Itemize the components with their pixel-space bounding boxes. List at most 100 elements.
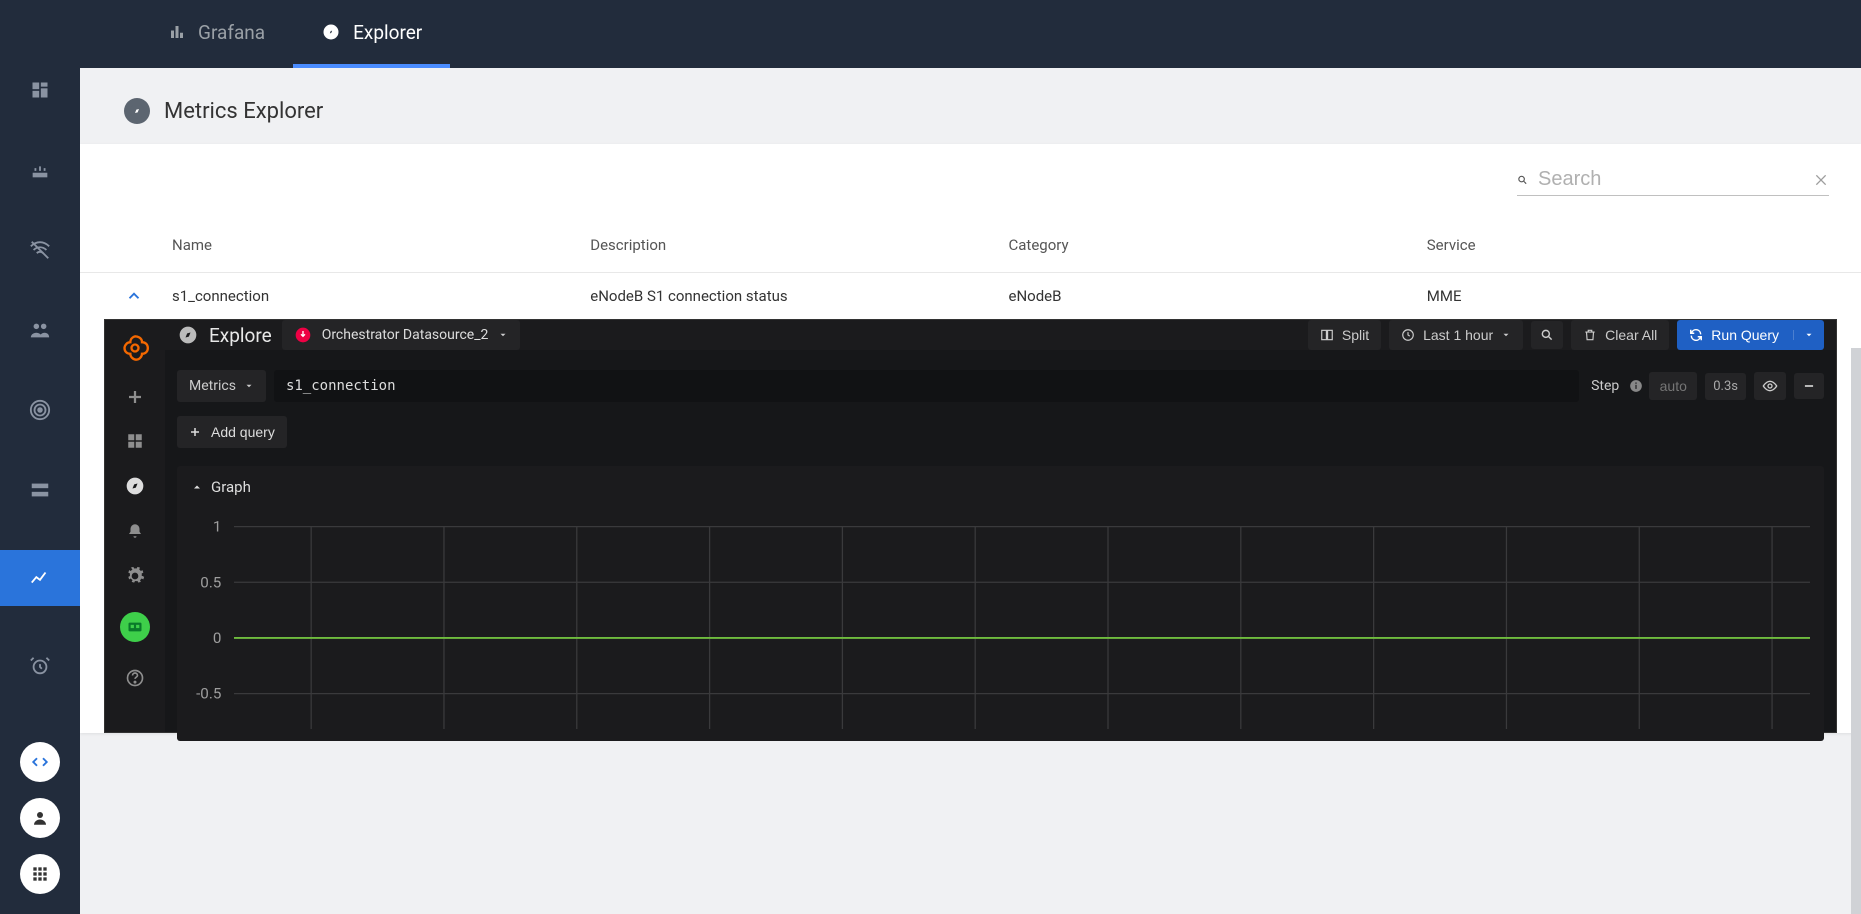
cell-description: eNodeB S1 connection status: [582, 287, 1000, 305]
chevron-up-icon: [125, 287, 143, 305]
search-input[interactable]: [1538, 168, 1803, 191]
scrollbar-track[interactable]: [1851, 348, 1861, 914]
grafana-nav-help[interactable]: [125, 668, 145, 688]
caret-down-icon: [1501, 330, 1511, 340]
users-icon: [29, 319, 51, 341]
refresh-icon: [1689, 328, 1703, 342]
grafana-icon: [121, 334, 149, 362]
info-icon: [1629, 379, 1643, 393]
toggle-visibility-button[interactable]: [1754, 372, 1786, 400]
query-input[interactable]: [274, 370, 1579, 402]
button-label: Run Query: [1711, 327, 1779, 343]
page-title: Metrics Explorer: [164, 99, 323, 124]
avatar-icon: [122, 614, 148, 640]
column-category: Category: [1001, 236, 1419, 254]
sidebar-item-alarms[interactable]: [0, 646, 80, 686]
clear-all-button[interactable]: Clear All: [1571, 320, 1669, 350]
button-label: Add query: [211, 424, 275, 440]
grafana-explore-title: Explore: [209, 324, 272, 347]
step-input[interactable]: [1649, 372, 1697, 400]
clock-icon: [1401, 328, 1415, 342]
sidebar-item-users[interactable]: [0, 310, 80, 350]
storage-icon: [29, 479, 51, 501]
metrics-type-selector[interactable]: Metrics: [177, 370, 266, 402]
grafana-user-avatar[interactable]: [120, 612, 150, 642]
gear-icon: [125, 566, 145, 586]
dashboard-icon: [30, 80, 50, 100]
tab-grafana[interactable]: Grafana: [140, 0, 293, 68]
grafana-nav-dashboards[interactable]: [126, 432, 144, 450]
caret-down-icon: [498, 330, 508, 340]
sidebar-item-storage[interactable]: [0, 470, 80, 510]
sidebar-item-broadcast[interactable]: [0, 390, 80, 430]
collapse-icon[interactable]: [191, 481, 203, 493]
row-expand-toggle[interactable]: [104, 287, 164, 305]
search-box: [1517, 168, 1829, 196]
metrics-label: Metrics: [189, 378, 236, 394]
alarm-icon: [29, 655, 51, 677]
column-name: Name: [164, 236, 582, 254]
ytick: 0.5: [200, 573, 221, 591]
button-label: Last 1 hour: [1423, 327, 1493, 343]
content-area: Metrics Explorer Name Description: [80, 68, 1861, 914]
tab-label: Explorer: [353, 21, 422, 44]
table-row: s1_connection eNodeB S1 connection statu…: [80, 272, 1861, 319]
code-icon: [31, 753, 49, 771]
plus-icon: [126, 388, 144, 406]
sidebar-item-router[interactable]: [0, 150, 80, 190]
remove-query-button[interactable]: [1794, 373, 1824, 399]
sidebar-item-metrics[interactable]: [0, 550, 80, 606]
trash-icon: [1583, 328, 1597, 342]
split-icon: [1320, 328, 1334, 342]
run-query-button[interactable]: Run Query: [1677, 320, 1824, 350]
grid-icon: [126, 432, 144, 450]
caret-down-icon: [244, 381, 254, 391]
grafana-logo[interactable]: [121, 334, 149, 362]
clear-search-button[interactable]: [1813, 172, 1829, 188]
ytick: 0: [213, 629, 222, 647]
broadcast-icon: [29, 399, 51, 421]
chart-plot[interactable]: 1 0.5 0 -0.5: [191, 514, 1810, 729]
chart-line-icon: [29, 567, 51, 589]
grafana-nav-alerting[interactable]: [126, 522, 144, 540]
zoom-out-button[interactable]: [1531, 321, 1563, 349]
split-button[interactable]: Split: [1308, 320, 1381, 350]
grafana-nav-add[interactable]: [126, 388, 144, 406]
sidebar-item-dashboard[interactable]: [0, 70, 80, 110]
sidebar-code-button[interactable]: [20, 742, 60, 782]
top-tabs: Grafana Explorer: [80, 0, 1861, 68]
ytick: -0.5: [196, 685, 221, 703]
bar-chart-icon: [168, 23, 186, 41]
button-label: Clear All: [1605, 327, 1657, 343]
datasource-selector[interactable]: Orchestrator Datasource_2: [282, 320, 521, 350]
metrics-panel: Name Description Category Service s1_con…: [80, 144, 1861, 733]
column-service: Service: [1419, 236, 1837, 254]
compass-icon: [124, 98, 150, 124]
query-timing-badge: 0.3s: [1705, 373, 1746, 400]
datasource-icon: [294, 326, 312, 344]
search-icon: [1540, 328, 1554, 342]
tab-explorer[interactable]: Explorer: [293, 0, 450, 68]
close-icon: [1813, 172, 1829, 188]
search-icon: [1517, 170, 1528, 190]
query-row: Metrics Step 0.3s: [165, 350, 1836, 410]
router-icon: [29, 159, 51, 181]
app-sidebar: [0, 0, 80, 914]
grafana-nav-config[interactable]: [125, 566, 145, 586]
cell-name: s1_connection: [164, 287, 582, 305]
sidebar-item-wifi[interactable]: [0, 230, 80, 270]
plus-icon: [189, 426, 201, 438]
column-description: Description: [582, 236, 1000, 254]
sidebar-apps-button[interactable]: [20, 854, 60, 894]
grafana-nav-explore[interactable]: [125, 476, 145, 496]
table-header-row: Name Description Category Service: [80, 206, 1861, 272]
help-icon: [125, 668, 145, 688]
cell-service: MME: [1419, 287, 1837, 305]
sidebar-account-button[interactable]: [20, 798, 60, 838]
graph-title: Graph: [211, 478, 251, 496]
page-header: Metrics Explorer: [80, 68, 1861, 144]
caret-down-icon: [1804, 330, 1814, 340]
minus-icon: [1802, 379, 1816, 393]
timerange-selector[interactable]: Last 1 hour: [1389, 320, 1523, 350]
add-query-button[interactable]: Add query: [177, 416, 287, 448]
